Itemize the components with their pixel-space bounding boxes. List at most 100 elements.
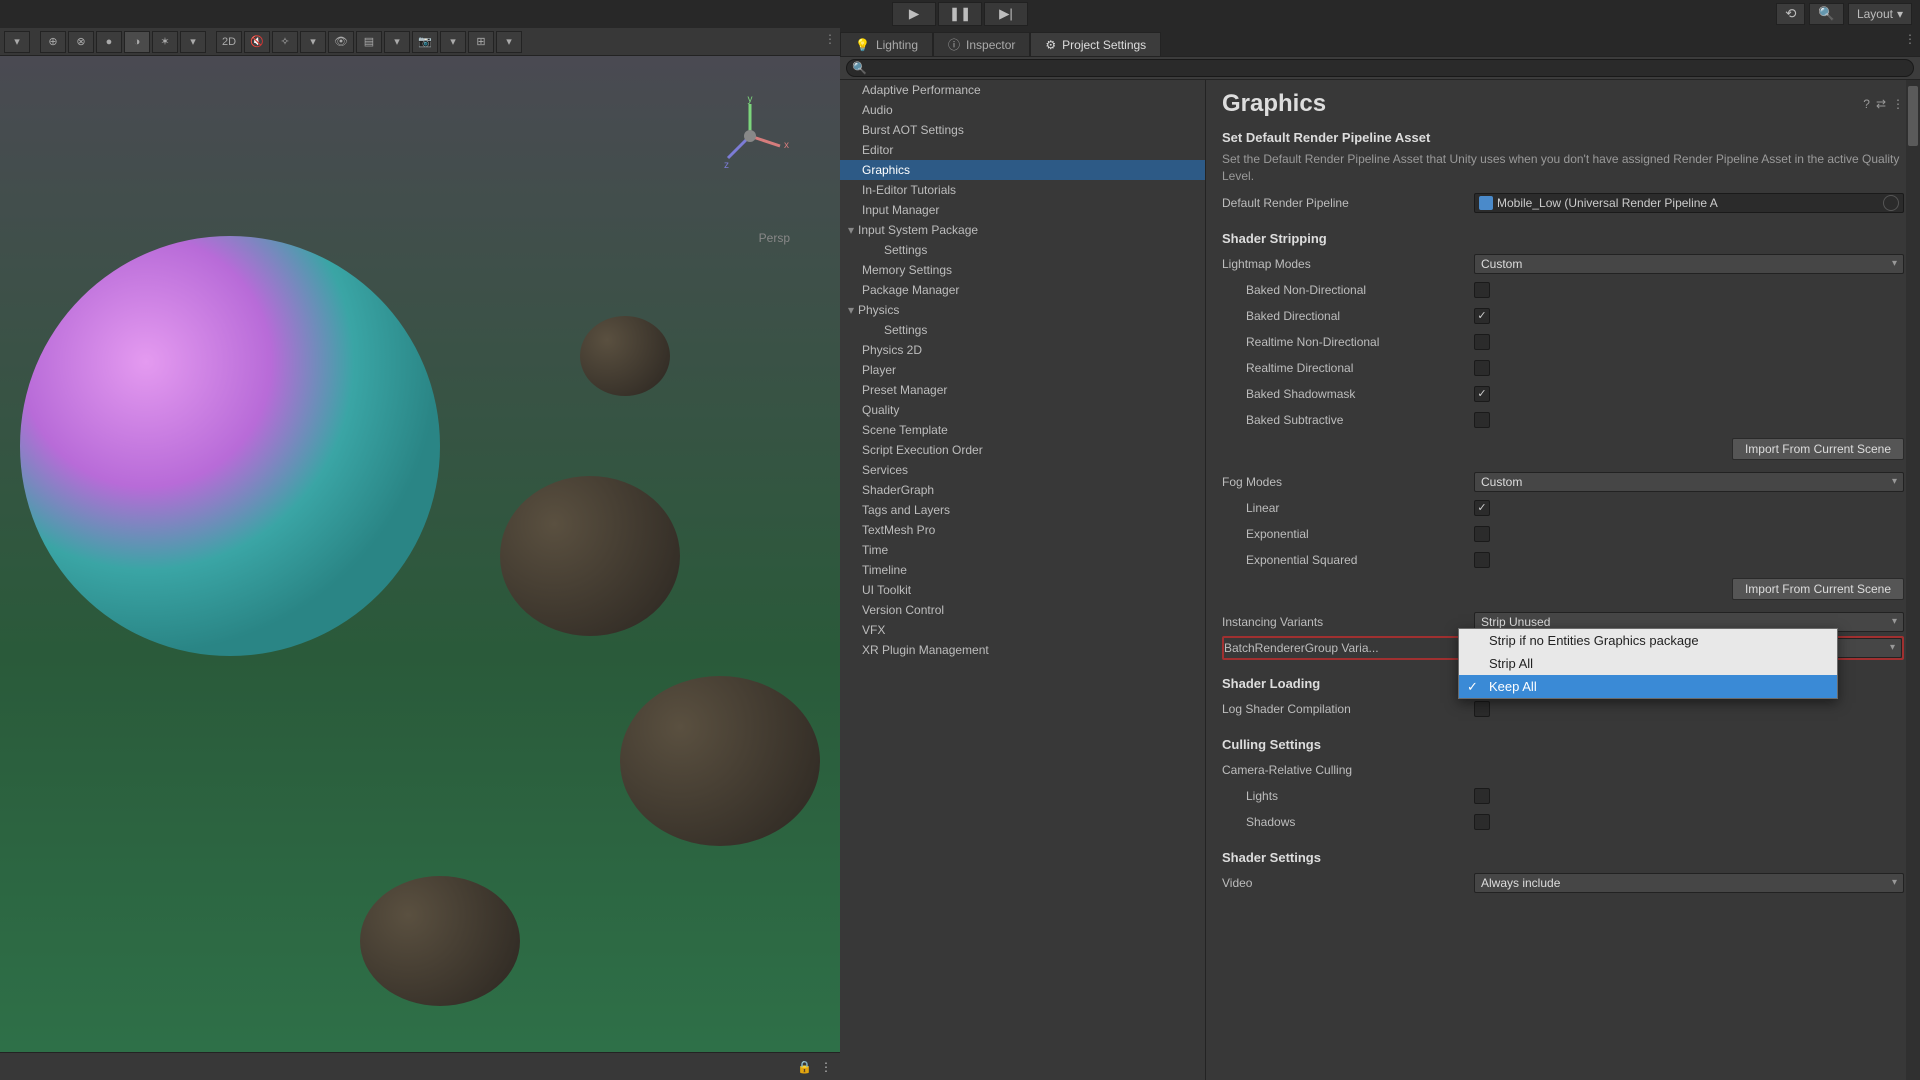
mode-2d-toggle[interactable]: 2D [216, 31, 242, 53]
sidebar-item-physics-2d[interactable]: Physics 2D [840, 340, 1205, 360]
layers-toggle[interactable]: ▤ [356, 31, 382, 53]
sidebar-item-script-execution-order[interactable]: Script Execution Order [840, 440, 1205, 460]
import-fog-button[interactable]: Import From Current Scene [1732, 578, 1904, 600]
info-icon: ⓘ [948, 36, 960, 53]
projection-label[interactable]: Persp [759, 231, 790, 245]
sidebar-item-services[interactable]: Services [840, 460, 1205, 480]
sidebar-item-graphics[interactable]: Graphics [840, 160, 1205, 180]
viewport-footer-menu[interactable]: ⋮ [820, 1060, 832, 1074]
sidebar-item-time[interactable]: Time [840, 540, 1205, 560]
step-button[interactable]: ▶| [984, 2, 1028, 26]
sidebar-item-ui-toolkit[interactable]: UI Toolkit [840, 580, 1205, 600]
play-button[interactable]: ▶ [892, 2, 936, 26]
dropdown-option[interactable]: Strip if no Entities Graphics package [1459, 629, 1837, 652]
sidebar-item-adaptive-performance[interactable]: Adaptive Performance [840, 80, 1205, 100]
layers-menu[interactable]: ▾ [384, 31, 410, 53]
audio-toggle[interactable]: 🔇 [244, 31, 270, 53]
sidebar-item-memory-settings[interactable]: Memory Settings [840, 260, 1205, 280]
sidebar-item-scene-template[interactable]: Scene Template [840, 420, 1205, 440]
sidebar-item-input-manager[interactable]: Input Manager [840, 200, 1205, 220]
preset-icon[interactable]: ⇄ [1876, 97, 1886, 111]
baked-dir-checkbox[interactable]: ✓ [1474, 308, 1490, 324]
log-shader-comp-checkbox[interactable] [1474, 701, 1490, 717]
lock-icon[interactable]: 🔒 [797, 1060, 812, 1074]
sidebar-item-shadergraph[interactable]: ShaderGraph [840, 480, 1205, 500]
fx-menu[interactable]: ▾ [300, 31, 326, 53]
tab-project-settings[interactable]: ⚙ Project Settings [1030, 32, 1161, 56]
dropdown-option[interactable]: Strip All [1459, 652, 1837, 675]
sidebar-item-label: Editor [862, 143, 893, 157]
content-scrollbar[interactable] [1906, 80, 1920, 1080]
pause-button[interactable]: ❚❚ [938, 2, 982, 26]
sidebar-item-xr-plugin-management[interactable]: XR Plugin Management [840, 640, 1205, 660]
sidebar-item-input-system-package[interactable]: ▾Input System Package [840, 220, 1205, 240]
asteroid-object[interactable] [500, 476, 680, 636]
sidebar-item-preset-manager[interactable]: Preset Manager [840, 380, 1205, 400]
baked-shadowmask-checkbox[interactable]: ✓ [1474, 386, 1490, 402]
sidebar-item-editor[interactable]: Editor [840, 140, 1205, 160]
shading-mode-wireframe[interactable]: ⊕ [40, 31, 66, 53]
scene-viewport[interactable]: y x z Persp [0, 56, 840, 1052]
tab-lighting[interactable]: 💡 Lighting [840, 32, 933, 56]
planet-object[interactable] [20, 236, 440, 656]
video-dropdown[interactable]: Always include ▾ [1474, 873, 1904, 893]
search-global-button[interactable]: 🔍 [1809, 3, 1844, 25]
debug-draw-menu[interactable]: ▾ [180, 31, 206, 53]
fog-exp-checkbox[interactable] [1474, 526, 1490, 542]
sidebar-item-package-manager[interactable]: Package Manager [840, 280, 1205, 300]
sidebar-item-settings[interactable]: Settings [840, 320, 1205, 340]
sidebar-item-textmesh-pro[interactable]: TextMesh Pro [840, 520, 1205, 540]
baked-non-dir-checkbox[interactable] [1474, 282, 1490, 298]
settings-category-list[interactable]: Adaptive PerformanceAudioBurst AOT Setti… [840, 80, 1206, 1080]
sidebar-item-tags-and-layers[interactable]: Tags and Layers [840, 500, 1205, 520]
sidebar-item-physics[interactable]: ▾Physics [840, 300, 1205, 320]
shading-mode-shaded[interactable]: ⊗ [68, 31, 94, 53]
scrollbar-thumb[interactable] [1908, 86, 1918, 146]
shading-mode-other[interactable]: ● [96, 31, 122, 53]
asteroid-object[interactable] [360, 876, 520, 1006]
culling-shadows-checkbox[interactable] [1474, 814, 1490, 830]
hidden-toggle[interactable]: 👁 [328, 31, 354, 53]
layout-dropdown[interactable]: Layout ▾ [1848, 3, 1912, 25]
help-icon[interactable]: ? [1863, 97, 1870, 111]
tab-overflow-menu[interactable]: ⋮ [1904, 32, 1916, 46]
orientation-gizmo[interactable]: y x z [710, 96, 790, 176]
debug-draw-toggle[interactable]: ✶ [152, 31, 178, 53]
default-pipeline-field[interactable]: Mobile_Low (Universal Render Pipeline A [1474, 193, 1904, 213]
lightmap-modes-dropdown[interactable]: Custom ▾ [1474, 254, 1904, 274]
dropdown-option[interactable]: Keep All [1459, 675, 1837, 698]
undo-history-button[interactable]: ⟲ [1776, 3, 1805, 25]
fog-modes-dropdown[interactable]: Custom ▾ [1474, 472, 1904, 492]
realtime-dir-checkbox[interactable] [1474, 360, 1490, 376]
culling-lights-checkbox[interactable] [1474, 788, 1490, 804]
gizmos-toggle[interactable]: ⊞ [468, 31, 494, 53]
shading-mode-skybox[interactable]: ◑ [124, 31, 150, 53]
tab-inspector[interactable]: ⓘ Inspector [933, 32, 1030, 56]
sidebar-item-audio[interactable]: Audio [840, 100, 1205, 120]
sidebar-item-player[interactable]: Player [840, 360, 1205, 380]
asteroid-object[interactable] [620, 676, 820, 846]
settings-search-input[interactable] [846, 59, 1914, 77]
fog-linear-checkbox[interactable]: ✓ [1474, 500, 1490, 516]
sidebar-item-quality[interactable]: Quality [840, 400, 1205, 420]
sidebar-item-in-editor-tutorials[interactable]: In-Editor Tutorials [840, 180, 1205, 200]
fx-toggle[interactable]: ✧ [272, 31, 298, 53]
camera-menu[interactable]: ▾ [440, 31, 466, 53]
fog-exp2-checkbox[interactable] [1474, 552, 1490, 568]
gizmos-menu[interactable]: ▾ [496, 31, 522, 53]
baked-subtractive-checkbox[interactable] [1474, 412, 1490, 428]
asteroid-object[interactable] [580, 316, 670, 396]
camera-toggle[interactable]: 📷 [412, 31, 438, 53]
realtime-non-dir-checkbox[interactable] [1474, 334, 1490, 350]
import-lightmap-button[interactable]: Import From Current Scene [1732, 438, 1904, 460]
viewport-overflow-menu[interactable]: ⋮ [824, 32, 836, 46]
object-picker-icon[interactable] [1883, 195, 1899, 211]
sidebar-item-burst-aot-settings[interactable]: Burst AOT Settings [840, 120, 1205, 140]
sidebar-item-vfx[interactable]: VFX [840, 620, 1205, 640]
content-menu-icon[interactable]: ⋮ [1892, 97, 1904, 111]
chevron-down-icon: ▾ [1892, 476, 1897, 487]
sidebar-item-settings[interactable]: Settings [840, 240, 1205, 260]
tool-dropdown[interactable]: ▾ [4, 31, 30, 53]
sidebar-item-timeline[interactable]: Timeline [840, 560, 1205, 580]
sidebar-item-version-control[interactable]: Version Control [840, 600, 1205, 620]
